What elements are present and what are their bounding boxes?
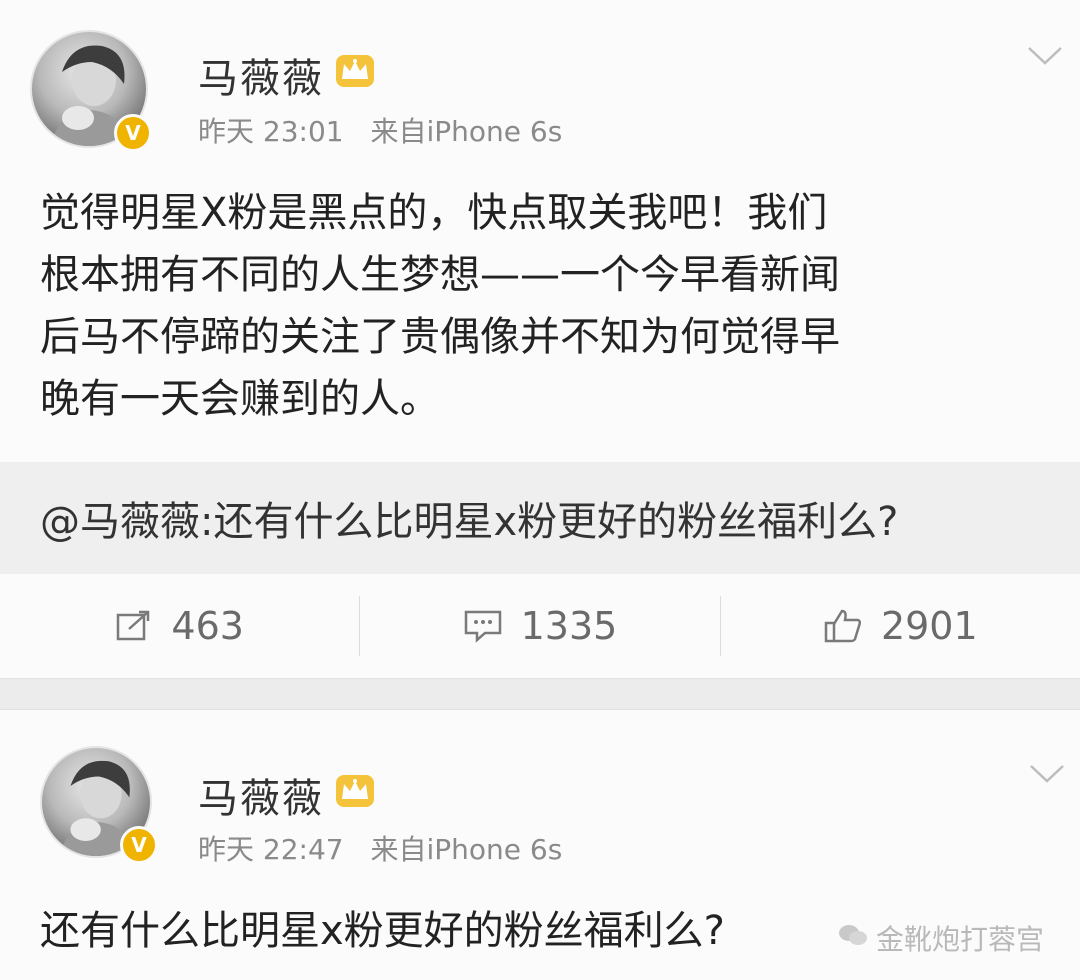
weibo-post: V 马薇薇 昨天 23:01 来自iPhone 6s 觉得明星X粉是黑点的，快点…: [0, 0, 1080, 678]
repost-quote[interactable]: @马薇薇:还有什么比明星x粉更好的粉丝福利么?: [0, 462, 1080, 574]
watermark: 金靴炮打蓉宫: [838, 918, 1044, 958]
repost-quote-text: @马薇薇:还有什么比明星x粉更好的粉丝福利么?: [40, 499, 899, 545]
thumbs-up-icon: [823, 608, 863, 644]
post-meta: 昨天 23:01 来自iPhone 6s: [198, 110, 580, 150]
post-time: 昨天 22:47: [198, 833, 344, 866]
verified-badge-icon: V: [120, 826, 158, 864]
username-text: 马薇薇: [198, 776, 324, 822]
avatar[interactable]: V: [30, 30, 152, 152]
post-body-line: 觉得明星X粉是黑点的，快点取关我吧！我们: [40, 190, 828, 236]
post-source[interactable]: 来自iPhone 6s: [371, 115, 563, 148]
post-meta: 昨天 22:47 来自iPhone 6s: [198, 828, 580, 868]
username-text: 马薇薇: [198, 56, 324, 102]
crown-icon: [334, 51, 376, 99]
username[interactable]: 马薇薇: [198, 766, 376, 824]
repost-count: 463: [171, 604, 244, 648]
post-body-line: 根本拥有不同的人生梦想——一个今早看新闻: [40, 252, 840, 298]
repost-button[interactable]: 463: [0, 578, 359, 674]
action-bar: 463 1335 2901: [0, 578, 1080, 674]
comment-icon: [463, 609, 503, 643]
comment-button[interactable]: 1335: [360, 578, 719, 674]
like-count: 2901: [880, 604, 978, 648]
wechat-logo-icon: [838, 922, 868, 955]
username[interactable]: 马薇薇: [198, 46, 376, 104]
post-body-line: 晚有一天会赚到的人。: [40, 376, 440, 422]
verified-badge-icon: V: [114, 114, 152, 152]
weibo-post: V 马薇薇 昨天 22:47 来自iPhone 6s 还有什么比明星x粉更好的粉…: [0, 710, 1080, 980]
like-button[interactable]: 2901: [721, 578, 1080, 674]
post-source[interactable]: 来自iPhone 6s: [371, 833, 563, 866]
avatar[interactable]: V: [40, 746, 158, 864]
post-body-line: 后马不停蹄的关注了贵偶像并不知为何觉得早: [40, 314, 840, 360]
feed-separator: [0, 678, 1080, 710]
comment-count: 1335: [520, 604, 618, 648]
crown-icon: [334, 771, 376, 819]
chevron-down-icon[interactable]: [1026, 44, 1064, 72]
repost-icon: [115, 609, 153, 643]
watermark-text: 金靴炮打蓉宫: [875, 923, 1044, 956]
post-time: 昨天 23:01: [198, 115, 344, 148]
chevron-down-icon[interactable]: [1028, 762, 1066, 790]
post-body: 觉得明星X粉是黑点的，快点取关我吧！我们 根本拥有不同的人生梦想——一个今早看新…: [40, 182, 1050, 430]
